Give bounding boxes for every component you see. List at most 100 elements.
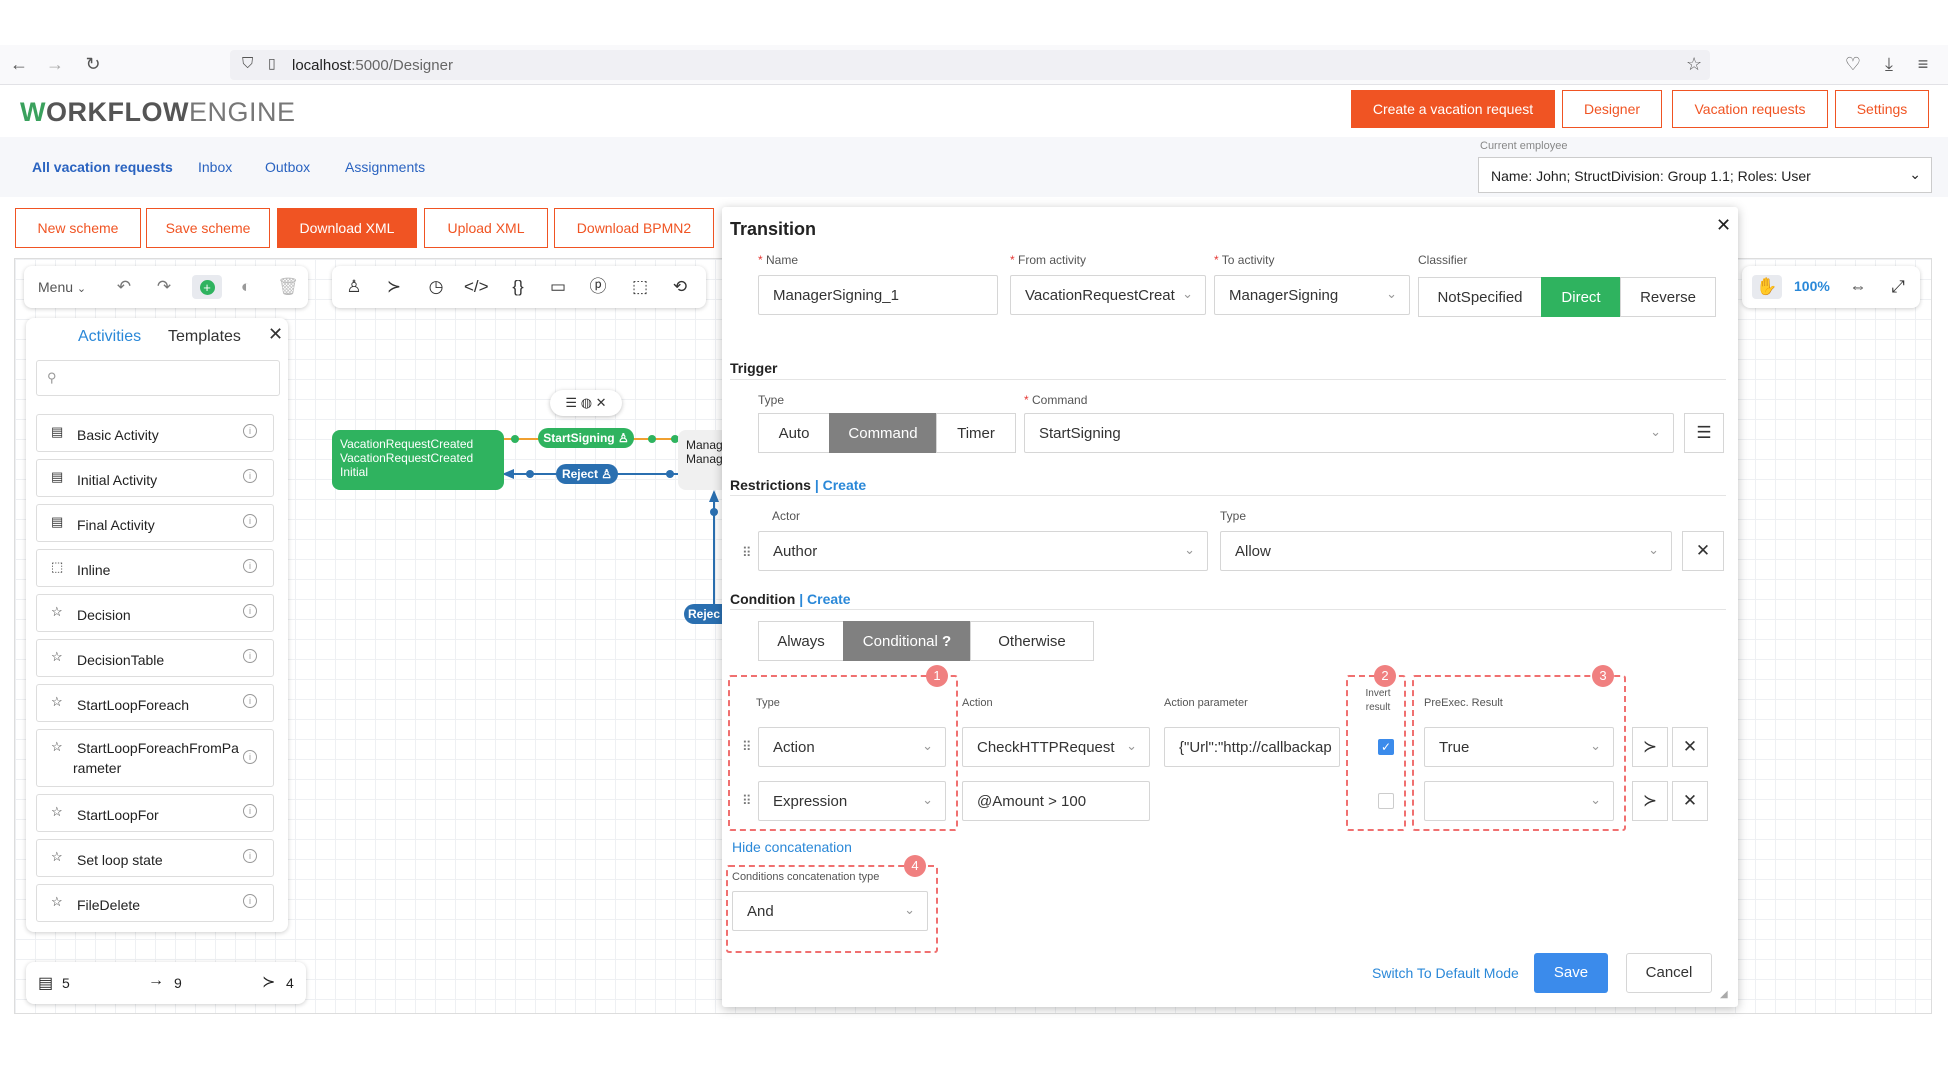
nav-outbox[interactable]: Outbox [265,159,310,175]
trigger-auto[interactable]: Auto [758,413,830,453]
vacation-requests-button[interactable]: Vacation requests [1672,90,1828,128]
add-icon[interactable]: + [192,275,222,299]
reload-icon[interactable]: ↻ [82,53,104,75]
concat-type-select[interactable]: And ⌄ [732,891,928,931]
condition-otherwise[interactable]: Otherwise [970,621,1094,661]
remove-restriction-icon[interactable]: ✕ [1682,531,1724,571]
save-button[interactable]: Save [1534,953,1608,993]
command-select[interactable]: StartSigning ⌄ [1024,413,1674,453]
drag-handle-icon[interactable]: ⠿ [742,793,752,809]
info-icon[interactable]: i [243,894,257,908]
zoom-level[interactable]: 100% [1794,278,1830,294]
selection-icon[interactable]: ⬚ [628,275,652,299]
tab-templates[interactable]: Templates [168,328,241,346]
expression-icon[interactable]: ≻ [1632,781,1668,821]
close-icon[interactable]: ✕ [1716,215,1731,236]
activity-node-vacation-request-created[interactable]: VacationRequestCreated VacationRequestCr… [332,430,504,490]
from-activity-select[interactable]: VacationRequestCreat ⌄ [1010,275,1206,315]
info-icon[interactable]: i [243,750,257,764]
create-vacation-request-button[interactable]: Create a vacation request [1351,90,1555,128]
info-icon[interactable]: i [243,514,257,528]
info-icon[interactable]: i [243,649,257,663]
info-icon[interactable]: i [243,604,257,618]
activity-final[interactable]: ▤ Final Activity i [36,504,274,542]
forward-icon[interactable]: → [44,53,66,75]
settings-button[interactable]: Settings [1835,90,1929,128]
switch-mode-link[interactable]: Switch To Default Mode [1372,965,1519,981]
comment-icon[interactable]: ▭ [546,275,570,299]
fullscreen-icon[interactable]: ⤢ [1886,275,1910,299]
activity-inline[interactable]: ⬚ Inline i [36,549,274,587]
close-icon[interactable]: ✕ [268,324,283,345]
activity-node-manager-signing[interactable]: Manag Manag [678,430,724,490]
restriction-type-select[interactable]: Allow ⌄ [1220,531,1672,571]
redo-icon[interactable]: ↷ [152,275,176,299]
activity-start-loop-foreach[interactable]: ☆ StartLoopForeach i [36,684,274,722]
nav-inbox[interactable]: Inbox [198,159,232,175]
upload-xml-button[interactable]: Upload XML [424,208,548,248]
condition-param-field[interactable]: {"Url":"http://callbackap [1164,727,1340,767]
settings-sliders-icon[interactable]: ☰ [565,395,577,410]
info-icon[interactable]: i [243,469,257,483]
restrictions-create-link[interactable]: | Create [815,477,866,493]
history-icon[interactable]: ⟲ [668,275,692,299]
info-icon[interactable]: i [243,804,257,818]
toggle-icon[interactable]: ◐ [234,275,258,299]
info-icon[interactable]: i [243,694,257,708]
back-icon[interactable]: ← [8,53,30,75]
trigger-timer[interactable]: Timer [936,413,1016,453]
nav-assignments[interactable]: Assignments [345,159,425,175]
bookmark-star-icon[interactable]: ☆ [1686,54,1702,75]
invert-result-checkbox[interactable]: ✓ [1378,739,1394,755]
preexec-result-select[interactable]: True ⌄ [1424,727,1614,767]
preexec-result-select[interactable]: ⌄ [1424,781,1614,821]
transition-reject-2[interactable]: Rejec [684,604,724,624]
command-icon[interactable]: ≻ [382,275,406,299]
palette-icon[interactable]: ◍ [581,395,592,410]
resize-handle-icon[interactable]: ◢ [1720,989,1728,1000]
expression-icon[interactable]: ≻ [1632,727,1668,767]
activity-basic[interactable]: ▤ Basic Activity i [36,414,274,452]
actor-icon[interactable]: ♙ [342,275,366,299]
save-scheme-button[interactable]: Save scheme [146,208,270,248]
classifier-direct[interactable]: Direct [1541,277,1621,317]
drag-handle-icon[interactable]: ⠿ [742,739,752,755]
download-icon[interactable]: ⤓ [1878,53,1900,75]
cancel-button[interactable]: Cancel [1626,953,1712,993]
condition-expression-field[interactable]: @Amount > 100 [962,781,1150,821]
classifier-reverse[interactable]: Reverse [1620,277,1716,317]
remove-condition-icon[interactable]: ✕ [1672,727,1708,767]
code-icon[interactable]: </> [464,275,489,299]
address-bar[interactable]: ⛉ ▯ localhost:5000/Designer ☆ [230,50,1710,80]
info-icon[interactable]: i [243,559,257,573]
search-input[interactable]: ⚲ [36,360,280,396]
activity-decision-table[interactable]: ☆ DecisionTable i [36,639,274,677]
new-scheme-button[interactable]: New scheme [15,208,141,248]
actor-select[interactable]: Author ⌄ [758,531,1208,571]
employee-select[interactable]: Name: John; StructDivision: Group 1.1; R… [1478,157,1932,193]
download-xml-button[interactable]: Download XML [277,208,417,248]
name-field[interactable]: ManagerSigning_1 [758,275,998,315]
activity-start-loop-for[interactable]: ☆ StartLoopFor i [36,794,274,832]
activity-file-delete[interactable]: ☆ FileDelete i [36,884,274,922]
pocket-icon[interactable]: ♡ [1842,53,1864,75]
hide-concatenation-link[interactable]: Hide concatenation [732,839,852,855]
classifier-not-specified[interactable]: NotSpecified [1418,277,1542,317]
activity-start-loop-foreach-from-parameter[interactable]: ☆ StartLoopForeachFromPa rameter i [36,729,274,787]
activity-set-loop-state[interactable]: ☆ Set loop state i [36,839,274,877]
menu-dropdown[interactable]: Menu ⌄ [38,279,86,295]
condition-create-link[interactable]: | Create [799,591,850,607]
trigger-command[interactable]: Command [829,413,937,453]
condition-action-select[interactable]: CheckHTTPRequest ⌄ [962,727,1150,767]
parameter-icon[interactable]: ⓟ [586,275,610,299]
condition-type-select[interactable]: Action ⌄ [758,727,946,767]
condition-always[interactable]: Always [758,621,844,661]
delete-x-icon[interactable]: ✕ [596,395,607,410]
drag-handle-icon[interactable]: ⠿ [742,545,752,561]
braces-icon[interactable]: {} [506,275,530,299]
condition-conditional[interactable]: Conditional ? [843,621,971,661]
download-bpmn2-button[interactable]: Download BPMN2 [554,208,714,248]
hamburger-menu-icon[interactable]: ≡ [1912,53,1934,75]
trash-icon[interactable]: 🗑 [276,275,300,299]
hand-icon[interactable]: ✋ [1752,275,1782,299]
